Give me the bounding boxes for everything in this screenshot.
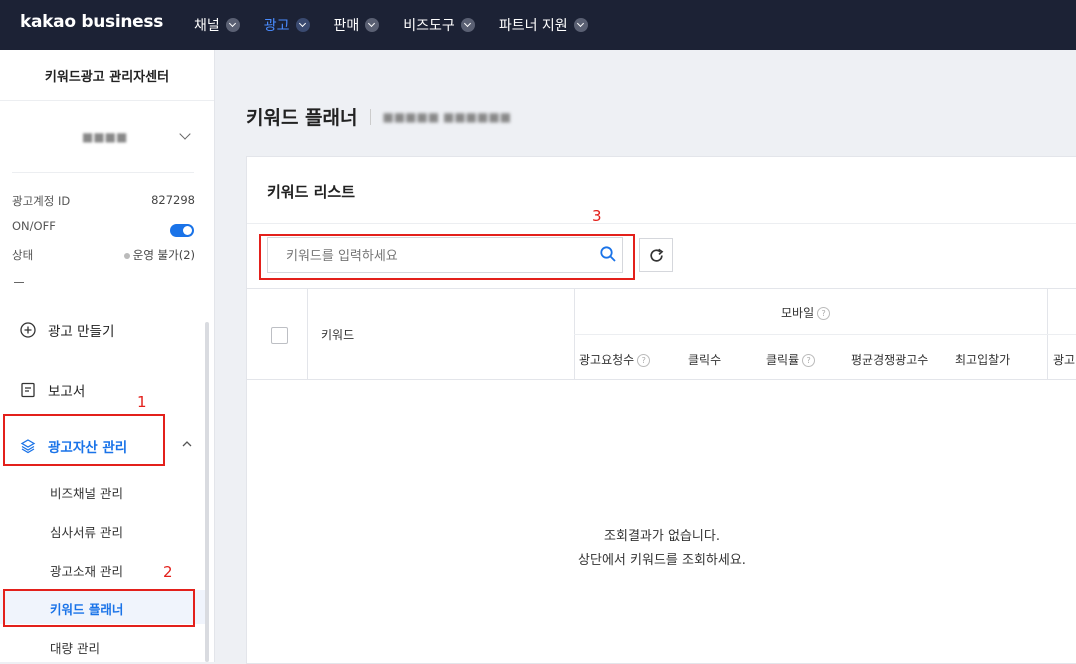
col-label: 광고요청수 [579,353,635,367]
divider [14,282,24,283]
main-nav: 채널 광고 판매 비즈도구 파트너 지원 [194,0,612,50]
account-name-blurred: ■■■■■ ■■■■■■ [382,109,512,124]
table-header: 키워드 모바일? 광고요청수? 클릭수 클릭률? 평균경쟁광고수 최고입찰가 광… [247,288,1076,380]
col-group-label: 모바일 [781,306,815,320]
empty-message-line1: 조회결과가 없습니다. [604,529,720,544]
submenu-bizchannel[interactable]: 비즈채널 관리 [50,483,123,502]
nav-label: 비즈도구 [403,18,455,34]
submenu-creatives[interactable]: 광고소재 관리 [50,561,123,580]
col-keyword: 키워드 [321,328,355,342]
col-ad-requests: 광고요청수? [579,351,651,368]
menu-create-ad[interactable]: 광고 만들기 [20,320,114,340]
page-title: 키워드 플래너 [246,107,358,129]
sidebar-title: 키워드광고 관리자센터 [0,50,214,101]
help-icon[interactable]: ? [817,307,831,320]
chevron-up-icon[interactable] [182,440,192,448]
onoff-toggle[interactable] [170,224,194,237]
plus-circle-icon [20,322,36,338]
nav-item-partner-support[interactable]: 파트너 지원 [499,15,588,35]
chevron-down-icon [573,18,588,32]
col-max-bid: 최고입찰가 [955,353,1011,367]
nav-label: 파트너 지원 [498,18,568,34]
document-icon [21,382,35,398]
empty-message-line2: 상단에서 키워드를 조회하세요. [578,553,746,568]
select-all-checkbox[interactable] [271,327,288,344]
help-icon[interactable]: ? [637,354,651,367]
chevron-down-icon [295,18,310,32]
nav-item-channel[interactable]: 채널 [194,15,240,35]
refresh-button[interactable] [639,238,673,272]
sidebar: 키워드광고 관리자센터 ■■■■ 광고계정 ID 827298 ON/OFF 상… [0,50,215,662]
col-label: 클릭률 [766,353,800,367]
menu-label: 광고 만들기 [48,324,115,340]
nav-label: 채널 [194,18,220,34]
account-selector[interactable]: ■■■■ [82,130,127,144]
col-ad-cut: 광고 [1053,353,1076,367]
chevron-down-icon [460,18,475,32]
card-title: 키워드 리스트 [267,183,356,201]
submenu-review-docs[interactable]: 심사서류 관리 [50,522,123,541]
status-value: 운영 불가(2) [123,247,195,263]
divider [307,289,308,379]
nav-item-ads[interactable]: 광고 [264,15,310,35]
col-clicks: 클릭수 [688,353,722,367]
onoff-label: ON/OFF [12,219,56,233]
annotation-number-2: 2 [163,563,173,581]
chevron-down-icon [225,18,240,32]
submenu-bulk-manage[interactable]: 대량 관리 [50,638,100,657]
chevron-down-icon[interactable] [179,128,191,140]
nav-label: 판매 [333,18,360,34]
keyword-list-card: 키워드 리스트 키워드 모바일? 광고요청수? 클릭수 클릭률? 평균경쟁광고수… [246,156,1076,664]
nav-item-biz-tools[interactable]: 비즈도구 [403,15,475,35]
annotation-number-3: 3 [592,207,602,225]
col-ctr: 클릭률? [766,351,816,368]
status-dot-icon [123,252,130,259]
refresh-icon [650,248,664,262]
divider [12,172,194,173]
highlight-box-keyword-planner [3,589,195,627]
sidebar-scrollbar[interactable] [205,322,209,662]
col-avg-competing-ads: 평균경쟁광고수 [851,353,929,367]
ad-account-id-label: 광고계정 ID [12,194,71,208]
nav-item-sales[interactable]: 판매 [334,15,380,35]
help-icon[interactable]: ? [802,354,816,367]
top-navigation-bar: kakao business 채널 광고 판매 비즈도구 파트너 지원 [0,0,1076,50]
col-group-mobile: 모바일? [781,304,831,321]
page-title-row: 키워드 플래너 ■■■■■ ■■■■■■ [246,103,511,130]
status-label: 상태 [12,248,34,262]
chevron-down-icon [365,18,380,32]
kakao-business-logo[interactable]: kakao business [20,12,163,32]
divider [574,334,1076,335]
nav-label: 광고 [263,18,290,34]
annotation-number-1: 1 [137,393,147,411]
divider [247,223,1076,224]
divider [369,108,371,125]
highlight-box-asset-manage [3,414,165,466]
menu-report[interactable]: 보고서 [20,380,85,400]
menu-label: 보고서 [48,384,86,400]
ad-account-id-value: 827298 [151,193,195,207]
status-text: 운영 불가(2) [132,248,195,262]
highlight-box-search [259,234,635,280]
